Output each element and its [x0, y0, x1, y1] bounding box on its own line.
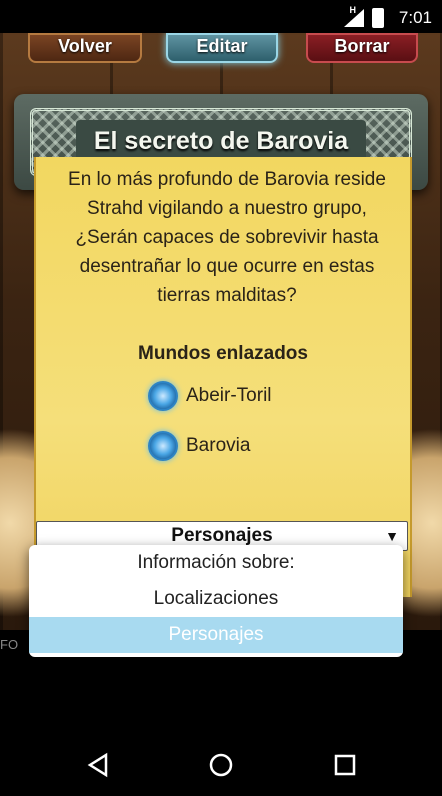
dropdown-option-personajes[interactable]: Personajes	[29, 617, 403, 653]
android-navbar	[0, 730, 442, 796]
recents-icon[interactable]	[330, 750, 360, 780]
linked-world-item[interactable]: Barovia	[148, 431, 250, 461]
back-icon[interactable]	[84, 750, 114, 780]
status-bar: H 7:01	[0, 0, 442, 33]
linked-world-label: Barovia	[186, 435, 251, 456]
status-time: 7:01	[398, 8, 432, 27]
world-description: En lo más profundo de Barovia reside Str…	[68, 169, 386, 306]
dropdown-header: Información sobre:	[137, 552, 295, 573]
page-title: El secreto de Barovia	[76, 120, 366, 162]
dropdown-option-localizaciones[interactable]: Localizaciones	[29, 581, 403, 617]
battery-icon	[372, 8, 384, 28]
borrar-button[interactable]: Borrar	[306, 33, 418, 63]
info-select-value: Personajes	[171, 525, 273, 546]
home-icon[interactable]	[206, 750, 236, 780]
linked-world-label: Abeir-Toril	[186, 385, 272, 406]
editar-button[interactable]: Editar	[166, 33, 278, 63]
world-gem-icon	[148, 431, 178, 461]
volver-button[interactable]: Volver	[28, 33, 142, 63]
linked-world-item[interactable]: Abeir-Toril	[148, 381, 272, 411]
signal-icon	[344, 9, 364, 27]
partial-label: FO	[0, 637, 19, 652]
world-gem-icon	[148, 381, 178, 411]
linked-worlds-title: Mundos enlazados	[138, 343, 308, 364]
info-dropdown-menu: Información sobre: Localizaciones Person…	[29, 545, 403, 657]
